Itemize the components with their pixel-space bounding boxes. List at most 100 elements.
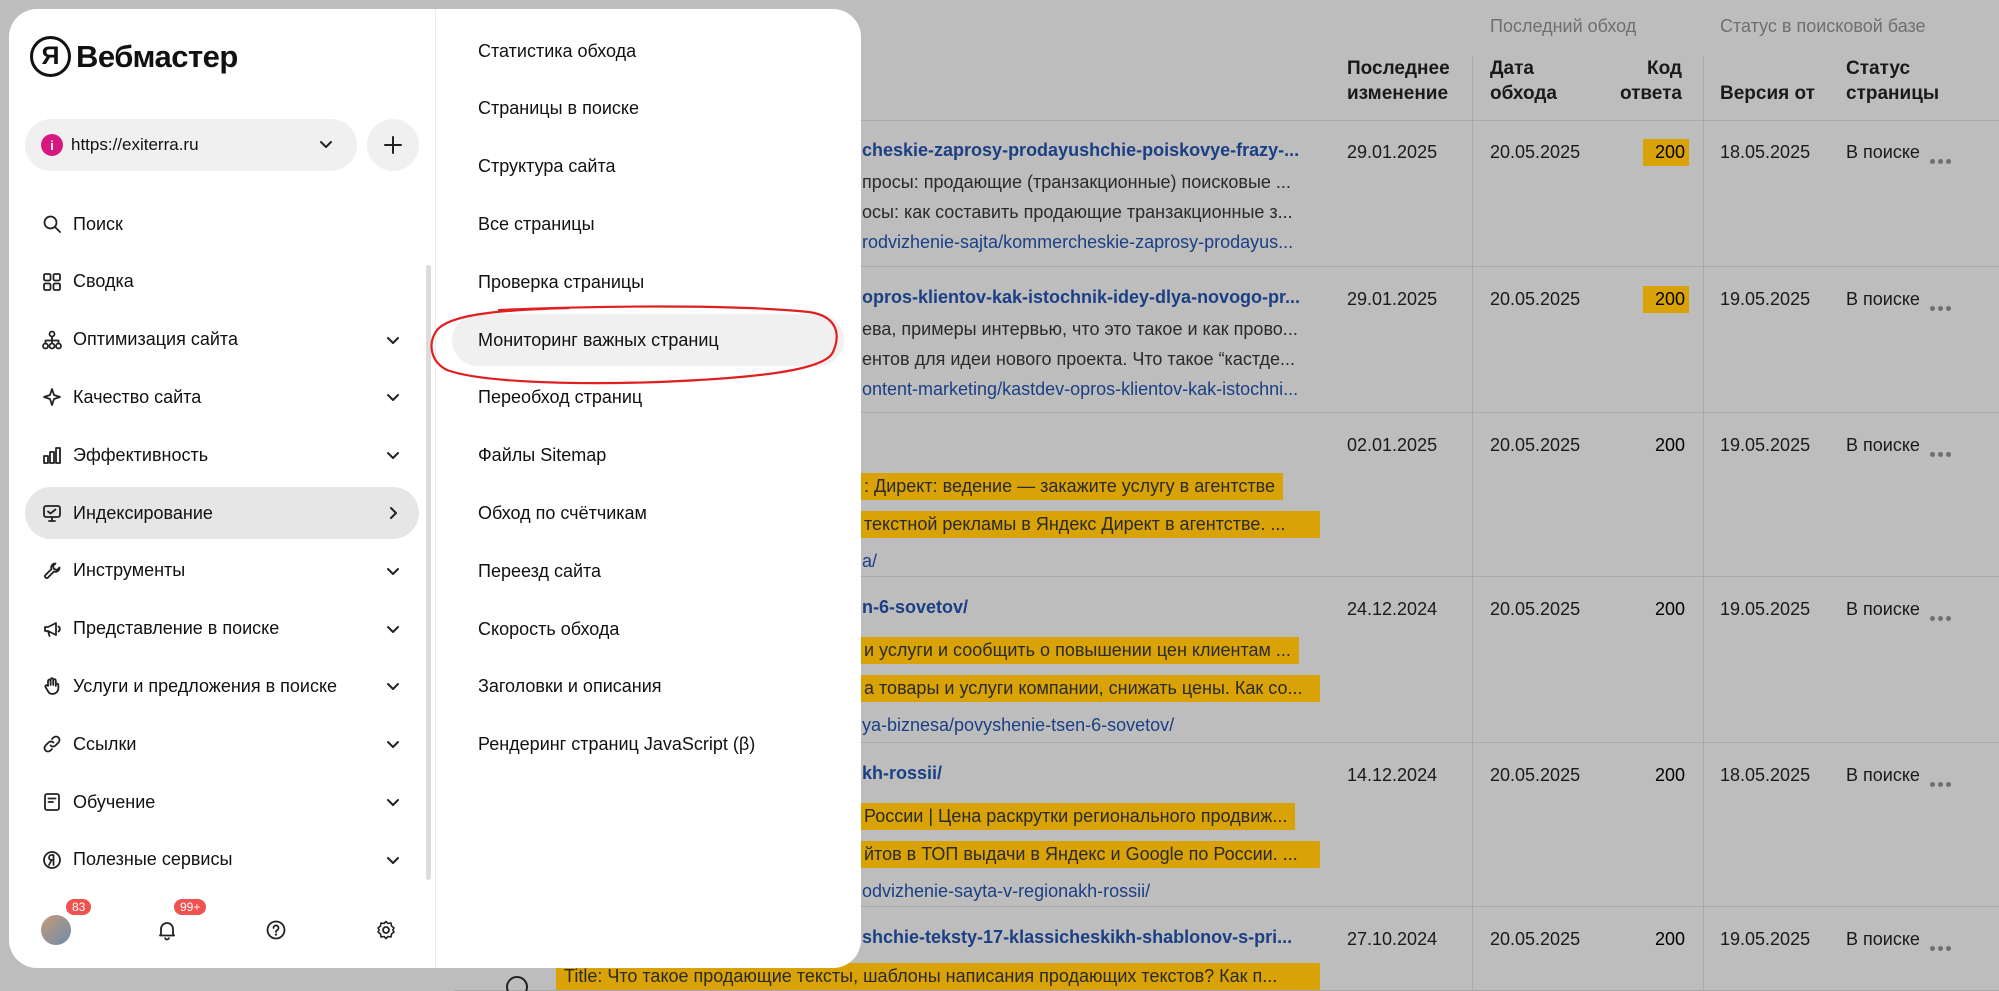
submenu-item-1[interactable]: Статистика обхода bbox=[452, 25, 844, 77]
site-favicon-icon: i bbox=[41, 134, 63, 156]
page-title-text: России | Цена раскрутки регионального пр… bbox=[856, 803, 1296, 830]
more-actions-icon[interactable] bbox=[1930, 774, 1954, 787]
version-date: 19.05.2025 bbox=[1720, 289, 1811, 309]
nav-item-7[interactable]: Инструменты bbox=[25, 545, 419, 597]
nav-item-5[interactable]: Эффективность bbox=[25, 429, 419, 481]
submenu-item-3[interactable]: Структура сайта bbox=[452, 141, 844, 193]
more-actions-icon[interactable] bbox=[1930, 298, 1954, 311]
column-header-crawl-date[interactable]: Дата обхода bbox=[1490, 56, 1557, 106]
submenu-item-12[interactable]: Заголовки и описания bbox=[452, 661, 844, 713]
last-change-date: 29.01.2025 bbox=[1347, 142, 1438, 162]
page-title-link[interactable]: shchie-teksty-17-klassicheskikh-shablono… bbox=[862, 927, 1302, 948]
version-date: 19.05.2025 bbox=[1720, 435, 1811, 455]
submenu-item-11[interactable]: Скорость обхода bbox=[452, 603, 844, 655]
indexing-submenu: Статистика обхода Страницы в поиске Структ… bbox=[436, 9, 861, 968]
crawl-date: 20.05.2025 bbox=[1490, 435, 1581, 455]
submenu-item-13[interactable]: Рендеринг страниц JavaScript (β) bbox=[452, 719, 844, 771]
bar-chart-icon bbox=[41, 444, 63, 466]
column-header-version[interactable]: Версия от bbox=[1720, 81, 1815, 106]
chevron-down-icon bbox=[387, 336, 399, 344]
nav-item-6[interactable]: Индексирование bbox=[25, 487, 419, 539]
nav-item-label: Индексирование bbox=[73, 502, 213, 523]
nav-item-label: Эффективность bbox=[73, 444, 209, 465]
settings-button[interactable] bbox=[371, 915, 401, 945]
more-actions-icon[interactable] bbox=[1930, 938, 1954, 951]
more-actions-icon[interactable] bbox=[1930, 151, 1954, 164]
help-circle-icon[interactable] bbox=[506, 976, 528, 991]
nav-item-3[interactable]: Оптимизация сайта bbox=[25, 314, 419, 366]
submenu-item-2[interactable]: Страницы в поиске bbox=[452, 83, 844, 135]
chevron-down-icon bbox=[387, 741, 399, 749]
add-site-button[interactable] bbox=[367, 119, 419, 171]
version-date: 19.05.2025 bbox=[1720, 929, 1811, 949]
hand-icon bbox=[41, 675, 63, 697]
page-description-text: осы: как составить продающие транзакцион… bbox=[862, 202, 1293, 222]
avatar bbox=[41, 915, 71, 945]
page-title-link[interactable]: cheskie-zaprosy-prodayushchie-poiskovye-… bbox=[862, 140, 1302, 161]
version-date: 18.05.2025 bbox=[1720, 142, 1811, 162]
submenu-item-9[interactable]: Обход по счётчикам bbox=[452, 487, 844, 539]
red-annotation-circle bbox=[430, 305, 838, 385]
crawl-date: 20.05.2025 bbox=[1490, 289, 1581, 309]
page-status: В поиске bbox=[1846, 599, 1920, 619]
wrench-icon bbox=[41, 560, 63, 582]
nav-item-11[interactable]: Обучение bbox=[25, 776, 419, 828]
page-url-link[interactable]: odvizhenie-sayta-v-regionakh-rossii/ bbox=[862, 881, 1302, 902]
nav-item-label: Оптимизация сайта bbox=[73, 329, 238, 350]
submenu-item-8[interactable]: Файлы Sitemap bbox=[452, 430, 844, 482]
webmaster-logo[interactable]: Я Вебмастер bbox=[30, 36, 238, 77]
nav-item-9[interactable]: Услуги и предложения в поиске bbox=[25, 660, 419, 712]
more-actions-icon[interactable] bbox=[1930, 444, 1954, 457]
page-url-link[interactable]: ya-biznesa/povyshenie-tsen-6-sovetov/ bbox=[862, 715, 1302, 736]
page-title-text: ева, примеры интервью, что это такое и к… bbox=[862, 319, 1298, 339]
more-actions-icon[interactable] bbox=[1930, 608, 1954, 621]
last-change-date: 27.10.2024 bbox=[1347, 929, 1438, 949]
nav-item-1[interactable]: Поиск bbox=[25, 198, 419, 250]
page-url-link[interactable]: ontent-marketing/kastdev-opros-klientov-… bbox=[862, 379, 1302, 400]
plus-icon bbox=[384, 136, 402, 154]
response-code: 200 bbox=[1654, 765, 1685, 785]
chevron-down-icon bbox=[387, 567, 399, 575]
bell-icon bbox=[159, 922, 175, 941]
column-header-page-status[interactable]: Статус страницы bbox=[1846, 56, 1939, 106]
response-code: 200 bbox=[1643, 286, 1689, 313]
page-title-link[interactable]: opros-klientov-kak-istochnik-idey-dlya-n… bbox=[862, 287, 1302, 308]
last-change-date: 29.01.2025 bbox=[1347, 289, 1438, 309]
nav-item-label: Представление в поиске bbox=[73, 618, 280, 639]
nav-item-12[interactable]: Полезные сервисы bbox=[25, 834, 419, 886]
page-title-link[interactable]: n-6-sovetov/ bbox=[862, 597, 1302, 618]
user-avatar-button[interactable] bbox=[41, 915, 71, 945]
page-url-link[interactable]: a/ bbox=[862, 551, 1302, 572]
page-title-text: просы: продающие (транзакционные) поиско… bbox=[862, 172, 1291, 192]
nav-item-10[interactable]: Ссылки bbox=[25, 718, 419, 770]
link-icon bbox=[41, 733, 63, 755]
chevron-down-icon bbox=[387, 394, 399, 402]
page-status: В поиске bbox=[1846, 765, 1920, 785]
last-change-date: 14.12.2024 bbox=[1347, 765, 1438, 785]
chevron-down-icon bbox=[387, 799, 399, 806]
submenu-item-5[interactable]: Проверка страницы bbox=[452, 256, 844, 308]
response-code: 200 bbox=[1654, 435, 1685, 455]
column-header-last-change[interactable]: Последнее изменение bbox=[1347, 56, 1450, 106]
nav-item-4[interactable]: Качество сайта bbox=[25, 371, 419, 423]
last-change-date: 02.01.2025 bbox=[1347, 435, 1438, 455]
crawl-date: 20.05.2025 bbox=[1490, 765, 1581, 785]
submenu-item-4[interactable]: Все страницы bbox=[452, 198, 844, 250]
logo-text: Вебмастер bbox=[76, 38, 238, 74]
yandex-logo-icon: Я bbox=[30, 36, 71, 77]
notifications-button[interactable] bbox=[152, 915, 182, 945]
nav-item-8[interactable]: Представление в поиске bbox=[25, 603, 419, 655]
help-button[interactable] bbox=[261, 915, 291, 945]
page-url-link[interactable]: rodvizhenie-sajta/kommercheskie-zaprosy-… bbox=[862, 232, 1302, 253]
page-status: В поиске bbox=[1846, 929, 1920, 949]
chevron-down-icon bbox=[387, 683, 399, 691]
submenu-item-10[interactable]: Переезд сайта bbox=[452, 545, 844, 597]
column-header-response-code[interactable]: Код ответа bbox=[1616, 56, 1682, 106]
page-title-text: : Директ: ведение — закажите услугу в аг… bbox=[856, 473, 1284, 500]
page-title-link[interactable]: kh-rossii/ bbox=[862, 763, 1302, 784]
site-selector[interactable]: i https://exiterra.ru bbox=[25, 119, 357, 171]
nav-item-2[interactable]: Сводка bbox=[25, 256, 419, 308]
page-description-text: йтов в ТОП выдачи в Яндекс и Google по Р… bbox=[856, 841, 1320, 868]
avatar-badge: 83 bbox=[64, 897, 94, 917]
version-date: 19.05.2025 bbox=[1720, 599, 1811, 619]
